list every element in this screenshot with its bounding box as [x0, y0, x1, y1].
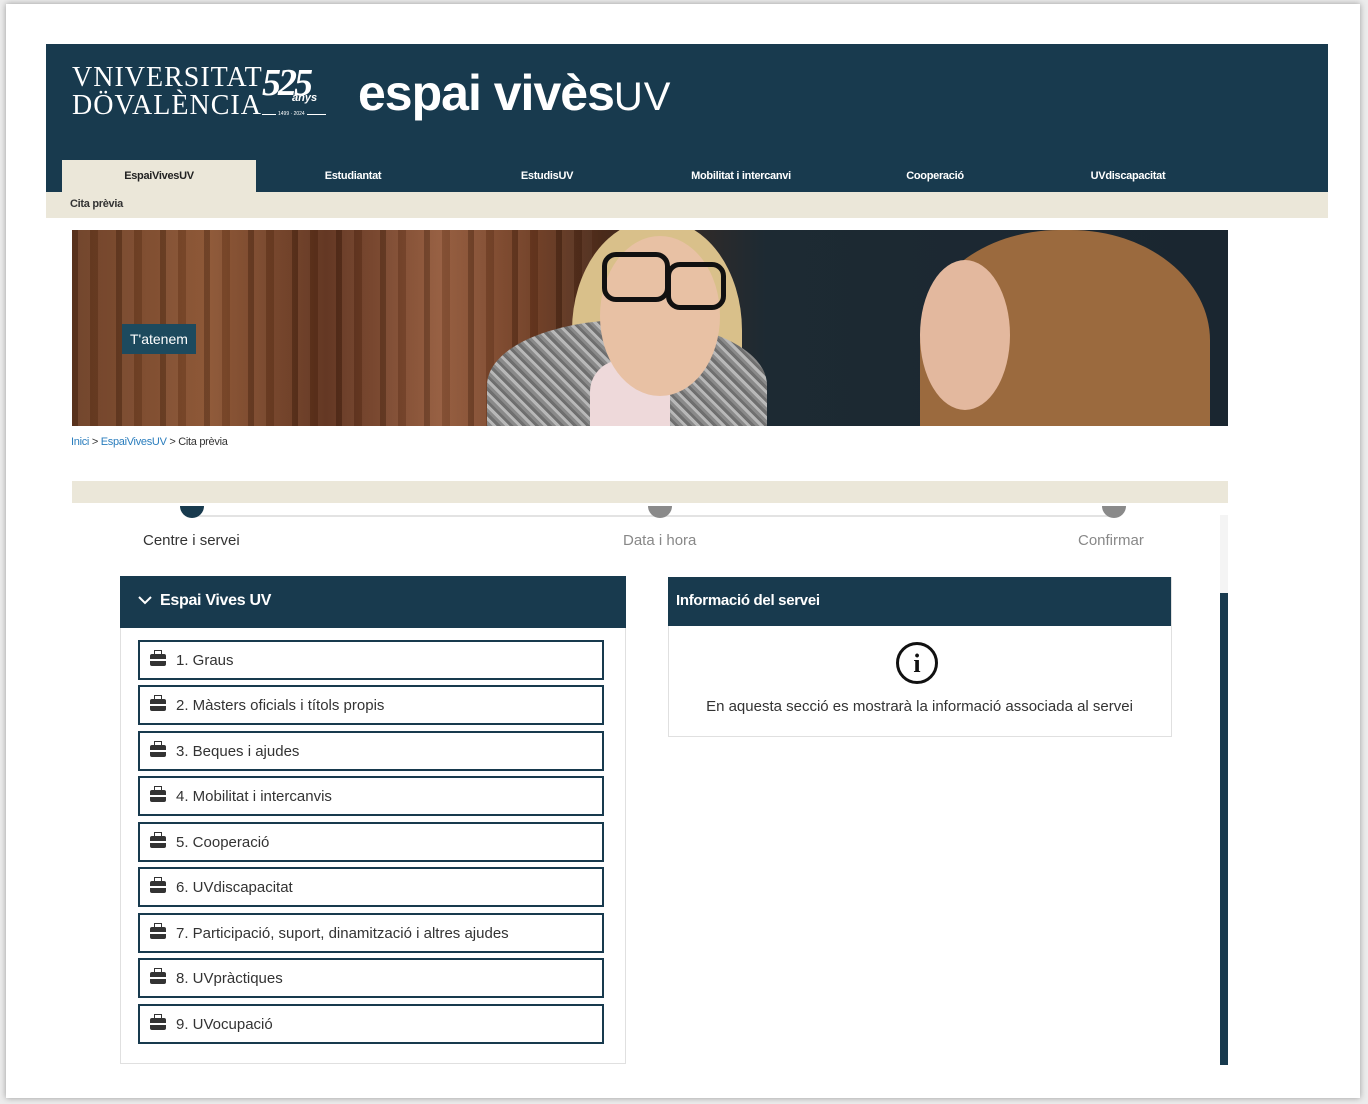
service-item-label: 3. Beques i ajudes [176, 743, 300, 760]
subnav-item-cita-previa[interactable]: Cita prèvia [70, 198, 123, 210]
step-1-label[interactable]: Centre i servei [143, 532, 240, 549]
anniversary-word: anys [292, 92, 318, 104]
service-item-label: 2. Màsters oficials i títols propis [176, 697, 385, 714]
breadcrumb-current: Cita prèvia [178, 436, 228, 448]
service-item-uvpractiques[interactable]: 8. UVpràctiques [138, 958, 604, 998]
nav-item-estudisuv[interactable]: EstudisUV [450, 160, 644, 192]
breadcrumb: Inici > EspaiVivesUV > Cita prèvia [71, 436, 228, 448]
section-divider [72, 481, 1228, 503]
nav-item-estudiantat[interactable]: Estudiantat [256, 160, 450, 192]
nav-item-cooperacio[interactable]: Cooperació [838, 160, 1032, 192]
info-panel-title: Informació del servei [676, 592, 820, 609]
university-name-line2: DÖVALÈNCIA [72, 90, 262, 121]
university-name-line1: VNIVERSITAT [72, 62, 263, 93]
briefcase-icon [150, 741, 166, 757]
anniversary-years: 1499 · 2024 [276, 111, 307, 117]
briefcase-icon [150, 968, 166, 984]
briefcase-icon [150, 923, 166, 939]
service-item-label: 1. Graus [176, 652, 234, 669]
hero-person-right-face [920, 260, 1010, 410]
brand-suffix: UV [613, 75, 672, 119]
nav-item-uvdiscapacitat[interactable]: UVdiscapacitat [1031, 160, 1225, 192]
briefcase-icon [150, 832, 166, 848]
hero-label: T'atenem [122, 324, 196, 354]
service-item-label: 9. UVocupació [176, 1016, 273, 1033]
hero-glasses-left [602, 252, 670, 302]
briefcase-icon [150, 695, 166, 711]
breadcrumb-separator: > [89, 436, 101, 448]
chevron-down-icon [138, 592, 152, 609]
sub-nav: Cita prèvia [46, 192, 1328, 218]
service-item-graus[interactable]: 1. Graus [138, 640, 604, 680]
nav-item-espaivivesuv[interactable]: EspaiVivesUV [62, 160, 256, 192]
nav-item-mobilitat[interactable]: Mobilitat i intercanvi [644, 160, 838, 192]
info-icon: i [896, 642, 938, 684]
service-item-cooperacio[interactable]: 5. Cooperació [138, 822, 604, 862]
service-item-masters[interactable]: 2. Màsters oficials i títols propis [138, 685, 604, 725]
briefcase-icon [150, 1014, 166, 1030]
breadcrumb-separator: > [166, 436, 179, 448]
service-item-label: 8. UVpràctiques [176, 970, 283, 987]
service-item-mobilitat[interactable]: 4. Mobilitat i intercanvis [138, 776, 604, 816]
breadcrumb-section[interactable]: EspaiVivesUV [101, 436, 167, 448]
service-item-beques[interactable]: 3. Beques i ajudes [138, 731, 604, 771]
site-header: VNIVERSITAT DÖVALÈNCIA 525 anys 1499 · 2… [46, 44, 1328, 160]
hero-glasses-right [666, 262, 726, 310]
services-panel-title: Espai Vives UV [160, 592, 272, 609]
service-item-participacio[interactable]: 7. Participació, suport, dinamització i … [138, 913, 604, 953]
info-panel-header: Informació del servei [668, 577, 1171, 626]
brand-logo[interactable]: espai vivèsUV [358, 64, 671, 122]
university-logo[interactable]: VNIVERSITAT DÖVALÈNCIA [72, 64, 263, 120]
anniversary-logo: 525 anys 1499 · 2024 [262, 64, 328, 117]
service-item-uvdiscapacitat[interactable]: 6. UVdiscapacitat [138, 867, 604, 907]
main-nav: EspaiVivesUV Estudiantat EstudisUV Mobil… [46, 160, 1328, 192]
step-2-label[interactable]: Data i hora [623, 532, 696, 549]
service-item-uvocupacio[interactable]: 9. UVocupació [138, 1004, 604, 1044]
service-item-label: 5. Cooperació [176, 834, 270, 851]
breadcrumb-home[interactable]: Inici [71, 436, 89, 448]
services-panel-header[interactable]: Espai Vives UV [120, 576, 626, 628]
briefcase-icon [150, 650, 166, 666]
info-panel-text: En aquesta secció es mostrarà la informa… [706, 698, 1133, 715]
brand-main: espai vivès [358, 65, 615, 121]
step-3-label[interactable]: Confirmar [1078, 532, 1144, 549]
service-item-label: 6. UVdiscapacitat [176, 879, 293, 896]
hero-banner: T'atenem [72, 230, 1228, 426]
service-item-label: 7. Participació, suport, dinamització i … [176, 925, 509, 942]
scrollbar-thumb[interactable] [1220, 593, 1228, 1065]
briefcase-icon [150, 877, 166, 893]
briefcase-icon [150, 786, 166, 802]
service-item-label: 4. Mobilitat i intercanvis [176, 788, 332, 805]
